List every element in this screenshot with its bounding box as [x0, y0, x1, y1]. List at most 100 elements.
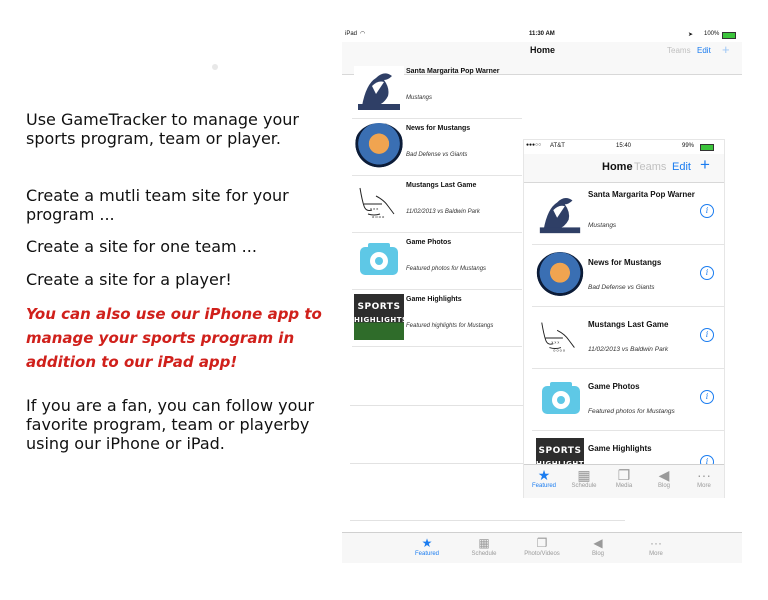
info-icon[interactable]: i	[700, 266, 714, 280]
iphone-row-title: Santa Margarita Pop Warner	[588, 190, 695, 199]
playbook-icon: x x x o o o o	[354, 180, 404, 226]
iphone-row-santa-margarita[interactable]: Santa Margarita Pop Warner Mustangs i	[532, 182, 724, 245]
tab-label: More	[697, 483, 711, 489]
iphone-teams-button[interactable]: Teams	[634, 161, 666, 173]
iphone-row-title: Game Photos	[588, 382, 640, 391]
star-icon: ★	[537, 467, 551, 483]
playbook-icon: x x x o o o o	[536, 314, 584, 360]
tab-label: Blog	[657, 483, 670, 489]
ipad-tab-featured[interactable]: ★ Featured	[397, 533, 457, 563]
info-icon[interactable]: i	[700, 204, 714, 218]
star-icon: ★	[421, 536, 433, 550]
battery-icon	[700, 144, 714, 151]
svg-text:o o o o: o o o o	[372, 214, 385, 219]
ipad-row-last-game[interactable]: x x x o o o o Mustangs Last Game 11/02/2…	[352, 176, 522, 233]
signal-icon: ●●●○○	[526, 142, 542, 148]
media-icon: ❐	[617, 467, 631, 483]
ipad-row-subtitle: Featured highlights for Mustangs	[406, 323, 494, 329]
tab-label: Blog	[591, 551, 604, 557]
ipad-status-bar: iPad ◠ 11:30 AM ➤ 100%	[342, 28, 742, 42]
iphone-add-button[interactable]: +	[700, 155, 710, 175]
location-icon: ➤	[688, 32, 694, 38]
iphone-time: 15:40	[616, 143, 632, 149]
calendar-icon: ▦	[478, 536, 490, 550]
ipad-row-photos[interactable]: Game Photos Featured photos for Mustangs	[352, 233, 522, 290]
iphone-tab-blog[interactable]: ◀ Blog	[644, 465, 684, 498]
iphone-row-title: Game Highlights	[588, 444, 652, 453]
iphone-nav-title: Home	[602, 161, 633, 173]
news-reader-icon	[354, 123, 404, 169]
tab-label: Featured	[414, 551, 439, 557]
promo-multi-team: Create a mutli team site for your progra…	[26, 186, 289, 224]
ipad-empty-row-divider	[350, 463, 525, 464]
ipad-row-subtitle: 11/02/2013 vs Baldwin Park	[406, 209, 480, 215]
ipad-tab-blog[interactable]: ◀ Blog	[568, 533, 628, 563]
tab-label: Media	[615, 483, 633, 489]
iphone-status-bar: ●●●○○ AT&T 15:40 99%	[524, 140, 724, 154]
info-icon[interactable]: i	[700, 390, 714, 404]
ipad-tab-bar: ★ Featured ▦ Schedule ❐ Photo/Videos ◀ B…	[342, 532, 742, 563]
promo-iphone-app: You can also use our iPhone app to manag…	[26, 305, 322, 371]
iphone-tab-media[interactable]: ❐ Media	[604, 465, 644, 498]
mustang-logo-icon	[536, 190, 584, 236]
iphone-row-subtitle: 11/02/2013 vs Baldwin Park	[588, 346, 669, 353]
iphone-row-title: News for Mustangs	[588, 258, 662, 267]
ipad-battery-label: 100%	[704, 31, 720, 37]
highlights-thumb-line1: SPORTS	[538, 446, 582, 456]
iphone-tab-featured[interactable]: ★ Featured	[524, 465, 564, 498]
iphone-row-highlights[interactable]: SPORTS HIGHLIGHTS Game Highlights i	[532, 430, 724, 464]
svg-text:o o o o: o o o o	[553, 348, 565, 352]
promo-player: Create a site for a player!	[26, 270, 232, 289]
promo-fan: If you are a fan, you can follow your fa…	[26, 396, 315, 453]
ipad-row-title: Mustangs Last Game	[406, 182, 477, 189]
ipad-time: 11:30 AM	[529, 31, 555, 37]
iphone-row-news[interactable]: News for Mustangs Bad Defense vs Giants …	[532, 244, 724, 307]
highlights-thumb-line1: SPORTS	[357, 302, 401, 312]
ipad-row-santa-margarita[interactable]: Santa Margarita Pop Warner Mustangs	[352, 62, 522, 119]
ipad-row-news[interactable]: News for Mustangs Bad Defense vs Giants	[352, 119, 522, 176]
tab-label: More	[649, 551, 663, 557]
iphone-nav-bar: Home Teams Edit +	[524, 154, 724, 183]
wifi-icon: ◠	[360, 31, 366, 37]
tab-label: Schedule	[471, 551, 497, 557]
ipad-device-label: iPad	[345, 31, 358, 37]
ipad-tab-schedule[interactable]: ▦ Schedule	[454, 533, 514, 563]
ipad-row-subtitle: Bad Defense vs Giants	[406, 152, 468, 158]
iphone-tab-schedule[interactable]: ▦ Schedule	[564, 465, 604, 498]
info-icon[interactable]: i	[700, 455, 714, 464]
ipad-edit-button[interactable]: Edit	[697, 46, 711, 55]
iphone-row-subtitle: Featured photos for Mustangs	[588, 408, 675, 415]
iphone-tab-more[interactable]: ··· More	[684, 465, 724, 498]
ipad-teams-button[interactable]: Teams	[667, 46, 691, 55]
ipad-row-title: News for Mustangs	[406, 125, 471, 132]
ipad-nav-title: Home	[530, 45, 556, 55]
iphone-row-subtitle: Mustangs	[588, 222, 617, 229]
iphone-row-last-game[interactable]: x x x o o o o Mustangs Last Game 11/02/2…	[532, 306, 724, 369]
info-icon[interactable]: i	[700, 328, 714, 342]
ipad-row-title: Santa Margarita Pop Warner	[406, 68, 500, 75]
tab-label: Schedule	[571, 483, 597, 489]
ipad-row-highlights[interactable]: SPORTS HIGHLIGHTS Game Highlights Featur…	[352, 290, 522, 347]
megaphone-icon: ◀	[593, 536, 603, 550]
ipad-tab-photo-videos[interactable]: ❐ Photo/Videos	[512, 533, 572, 563]
ipad-add-button[interactable]: +	[722, 42, 730, 57]
calendar-icon: ▦	[577, 467, 591, 483]
news-reader-icon	[536, 252, 584, 298]
iphone-edit-button[interactable]: Edit	[672, 161, 691, 173]
sports-highlights-icon: SPORTS HIGHLIGHTS	[354, 294, 408, 340]
ipad-empty-row-divider	[350, 405, 525, 406]
iphone-tab-bar: ★ Featured ▦ Schedule ❐ Media ◀ Blog ···…	[524, 464, 724, 498]
more-dots-icon: ···	[650, 536, 662, 550]
highlights-thumb-line2: HIGHLIGHTS	[354, 316, 408, 324]
decorative-dot	[212, 64, 218, 70]
ipad-row-subtitle: Featured photos for Mustangs	[406, 266, 487, 272]
ipad-tab-more[interactable]: ··· More	[626, 533, 686, 563]
iphone-row-photos[interactable]: Game Photos Featured photos for Mustangs…	[532, 368, 724, 431]
tab-label: Photo/Videos	[524, 551, 560, 557]
ipad-empty-row-divider	[350, 520, 625, 521]
svg-text:x x x: x x x	[551, 341, 559, 345]
svg-text:x x x: x x x	[370, 206, 378, 211]
iphone-carrier: AT&T	[550, 143, 565, 149]
more-dots-icon: ···	[697, 467, 711, 483]
iphone-battery-label: 99%	[682, 143, 695, 149]
